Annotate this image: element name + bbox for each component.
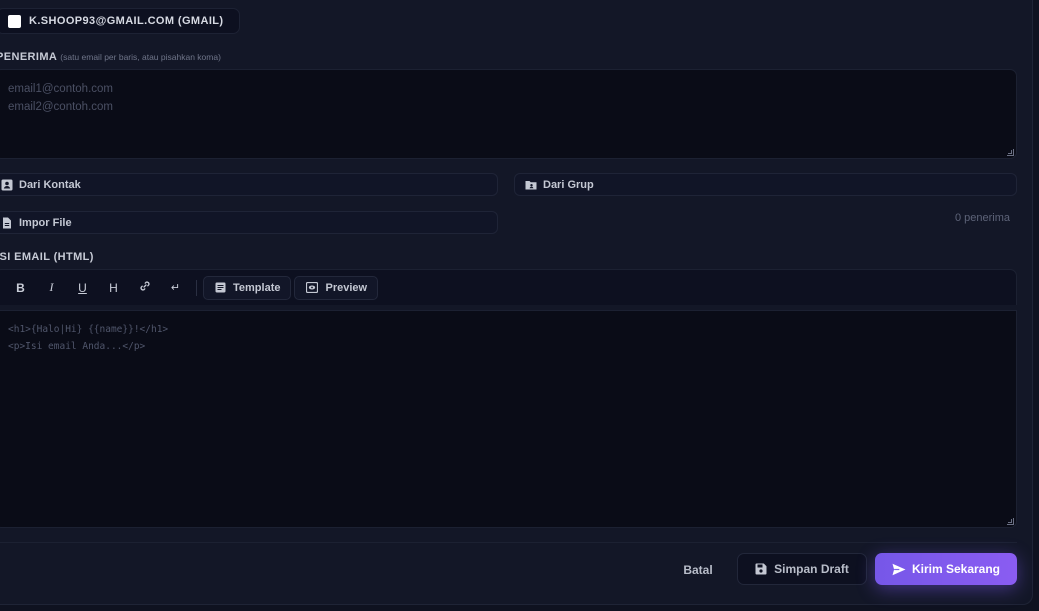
import-file-button[interactable]: Impor File xyxy=(0,211,498,234)
body-label: ISI EMAIL (HTML) xyxy=(0,251,94,263)
html-body-editor[interactable]: <h1>{Halo|Hi} {{name}}!</h1> <p>Isi emai… xyxy=(0,310,1017,528)
save-icon xyxy=(755,563,767,575)
resize-handle[interactable] xyxy=(1007,518,1014,525)
recipients-placeholder-line: email1@contoh.com xyxy=(8,83,113,95)
italic-button[interactable]: I xyxy=(36,277,67,299)
editor-placeholder-line: <p>Isi email Anda...</p> xyxy=(8,341,146,352)
toolbar-divider xyxy=(196,279,197,296)
footer-divider xyxy=(0,542,1017,543)
sender-account-chip[interactable]: K.SHOOP93@GMAIL.COM (GMAIL) xyxy=(0,8,240,34)
from-group-label: Dari Grup xyxy=(543,178,594,191)
bold-button[interactable]: B xyxy=(5,277,36,299)
recipients-hint: (satu email per baris, atau pisahkan kom… xyxy=(60,52,221,62)
from-group-button[interactable]: Dari Grup xyxy=(514,173,1017,196)
template-label: Template xyxy=(233,281,281,294)
save-draft-button[interactable]: Simpan Draft xyxy=(737,553,867,585)
file-icon xyxy=(1,217,13,229)
recipients-label-text: PENERIMA xyxy=(0,51,58,63)
editor-placeholder-line: <h1>{Halo|Hi} {{name}}!</h1> xyxy=(8,324,169,335)
import-file-label: Impor File xyxy=(19,216,72,229)
sender-checkbox[interactable] xyxy=(8,14,21,28)
send-icon xyxy=(892,563,906,576)
preview-button[interactable]: Preview xyxy=(294,275,379,300)
sender-account-label: K.SHOOP93@GMAIL.COM (GMAIL) xyxy=(29,15,224,27)
preview-label: Preview xyxy=(325,281,368,294)
recipients-placeholder-line: email2@contoh.com xyxy=(8,101,113,113)
link-button[interactable] xyxy=(129,277,160,299)
send-now-label: Kirim Sekarang xyxy=(911,562,1001,576)
underline-button[interactable]: U xyxy=(67,277,98,299)
template-button[interactable]: Template xyxy=(203,275,292,300)
from-contacts-label: Dari Kontak xyxy=(19,178,81,191)
recipient-count: 0 penerima xyxy=(954,212,1010,224)
link-icon xyxy=(139,280,151,295)
linebreak-button[interactable]: ↵ xyxy=(160,277,191,299)
contact-card-icon xyxy=(1,179,13,191)
folder-group-icon xyxy=(525,179,537,191)
resize-handle[interactable] xyxy=(1007,149,1014,156)
recipients-input[interactable]: email1@contoh.com email2@contoh.com xyxy=(0,69,1017,159)
heading-button[interactable]: H xyxy=(98,277,129,299)
template-icon xyxy=(215,282,226,293)
preview-icon xyxy=(306,282,319,293)
compose-panel: K.SHOOP93@GMAIL.COM (GMAIL) PENERIMA (sat… xyxy=(0,0,1033,605)
send-now-button[interactable]: Kirim Sekarang xyxy=(875,553,1017,585)
from-contacts-button[interactable]: Dari Kontak xyxy=(0,173,498,196)
recipients-label: PENERIMA (satu email per baris, atau pisa… xyxy=(0,51,221,63)
cancel-button[interactable]: Batal xyxy=(670,556,726,584)
save-draft-label: Simpan Draft xyxy=(774,562,849,576)
editor-toolbar: B I U H ↵ Template Preview xyxy=(0,269,1017,305)
